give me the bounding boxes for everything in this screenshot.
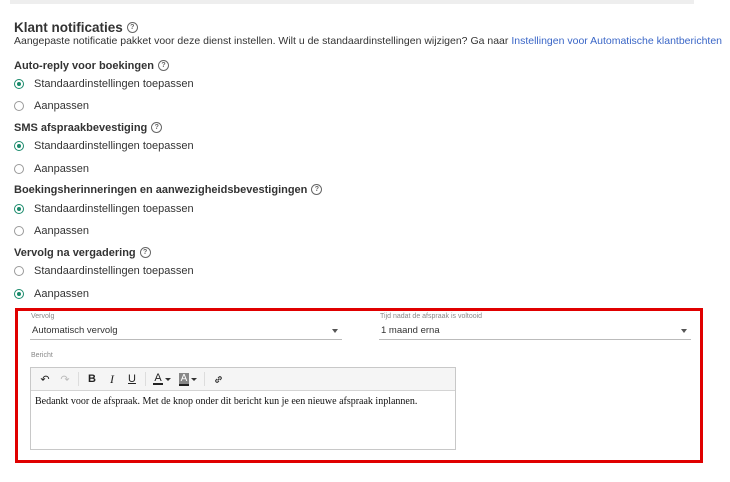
section-title-auto-reply: Auto-reply voor boekingen? <box>14 59 169 72</box>
help-icon[interactable]: ? <box>151 121 163 133</box>
page-title: Klant notificaties? <box>14 20 138 35</box>
background-color-button[interactable]: A <box>175 370 201 388</box>
radio-checked-icon[interactable] <box>14 141 24 151</box>
radio-label: Standaardinstellingen toepassen <box>34 203 194 215</box>
editor-toolbar: ↶ ↷ B I U A A <box>31 368 455 391</box>
section-title-follow-up: Vervolg na vergadering? <box>14 246 151 259</box>
italic-button[interactable]: I <box>102 370 122 388</box>
chevron-down-icon <box>332 329 338 333</box>
radio-unchecked-icon[interactable] <box>14 226 24 236</box>
link-icon[interactable] <box>208 370 228 388</box>
section-title-text: SMS afspraakbevestiging <box>14 122 148 134</box>
automatic-messages-link[interactable]: Instellingen voor Automatische klantberi… <box>511 35 722 47</box>
underline-button[interactable]: U <box>122 370 142 388</box>
radio-label: Standaardinstellingen toepassen <box>34 78 194 90</box>
page-title-text: Klant notificaties <box>14 20 123 35</box>
help-icon[interactable]: ? <box>139 246 151 258</box>
message-editor[interactable]: ↶ ↷ B I U A A Bedankt voor de afspraak. … <box>30 367 456 450</box>
radio-checked-icon[interactable] <box>14 204 24 214</box>
radio-unchecked-icon[interactable] <box>14 164 24 174</box>
section-title-sms: SMS afspraakbevestiging? <box>14 121 163 134</box>
toolbar-divider <box>145 372 146 386</box>
subtitle-text: Aangepaste notificatie pakket voor deze … <box>14 35 509 47</box>
vervolg-label: Vervolg <box>31 313 55 320</box>
radio-auto-reply-custom[interactable]: Aanpassen <box>14 100 89 112</box>
chevron-down-icon <box>681 329 687 333</box>
message-label: Bericht <box>31 352 53 359</box>
radio-checked-icon[interactable] <box>14 289 24 299</box>
radio-label: Standaardinstellingen toepassen <box>34 140 194 152</box>
help-icon[interactable]: ? <box>157 59 169 71</box>
help-icon[interactable]: ? <box>126 21 138 33</box>
vervolg-select[interactable]: Automatisch vervolg <box>30 323 342 340</box>
radio-reminders-default[interactable]: Standaardinstellingen toepassen <box>14 203 194 215</box>
section-title-text: Auto-reply voor boekingen <box>14 60 154 72</box>
section-title-text: Vervolg na vergadering <box>14 247 136 259</box>
help-icon[interactable]: ? <box>311 183 323 195</box>
page-subtitle: Aangepaste notificatie pakket voor deze … <box>14 35 722 47</box>
radio-label: Aanpassen <box>34 288 90 300</box>
radio-sms-default[interactable]: Standaardinstellingen toepassen <box>14 140 194 152</box>
radio-label: Aanpassen <box>34 225 90 237</box>
bold-button[interactable]: B <box>82 370 102 388</box>
background-color-icon: A <box>178 372 190 386</box>
toolbar-divider <box>78 372 79 386</box>
time-after-select-value: 1 maand erna <box>381 325 440 336</box>
message-text[interactable]: Bedankt voor de afspraak. Met de knop on… <box>31 391 455 412</box>
radio-follow-up-default[interactable]: Standaardinstellingen toepassen <box>14 265 194 277</box>
radio-checked-icon[interactable] <box>14 79 24 89</box>
radio-unchecked-icon[interactable] <box>14 101 24 111</box>
redo-icon[interactable]: ↷ <box>55 370 75 388</box>
undo-icon[interactable]: ↶ <box>35 370 55 388</box>
toolbar-divider <box>204 372 205 386</box>
radio-label: Aanpassen <box>34 100 90 112</box>
radio-label: Standaardinstellingen toepassen <box>34 265 194 277</box>
radio-sms-custom[interactable]: Aanpassen <box>14 163 89 175</box>
time-after-label: Tijd nadat de afspraak is voltooid <box>380 313 483 320</box>
radio-label: Aanpassen <box>34 163 90 175</box>
text-color-button[interactable]: A <box>149 370 175 388</box>
radio-auto-reply-default[interactable]: Standaardinstellingen toepassen <box>14 78 194 90</box>
top-divider <box>10 0 694 4</box>
radio-follow-up-custom[interactable]: Aanpassen <box>14 288 89 300</box>
vervolg-select-value: Automatisch vervolg <box>32 325 118 336</box>
chevron-down-icon <box>191 377 198 381</box>
radio-reminders-custom[interactable]: Aanpassen <box>14 225 89 237</box>
time-after-select[interactable]: 1 maand erna <box>379 323 691 340</box>
section-title-text: Boekingsherinneringen en aanwezigheidsbe… <box>14 184 308 196</box>
chevron-down-icon <box>164 377 171 381</box>
text-color-icon: A <box>153 372 163 385</box>
section-title-reminders: Boekingsherinneringen en aanwezigheidsbe… <box>14 183 323 196</box>
radio-unchecked-icon[interactable] <box>14 266 24 276</box>
